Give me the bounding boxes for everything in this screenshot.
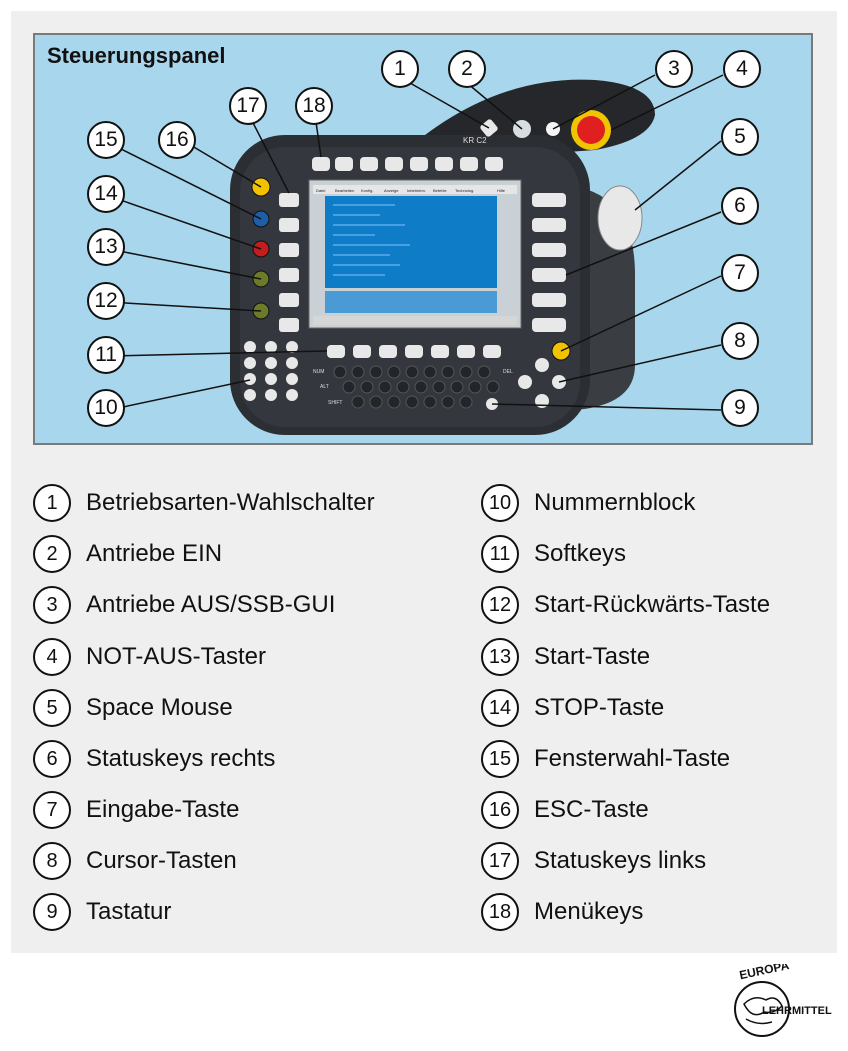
legend-number: 18	[481, 893, 519, 931]
legend-label: ESC-Taste	[534, 796, 649, 823]
callout-18: 18	[295, 87, 333, 125]
callout-12: 12	[87, 282, 125, 320]
legend-number: 5	[33, 689, 71, 727]
callout-15: 15	[87, 121, 125, 159]
legend-label: Menükeys	[534, 898, 644, 925]
legend-number: 16	[481, 791, 519, 829]
legend-number: 6	[33, 740, 71, 778]
callout-2: 2	[448, 50, 486, 88]
svg-text:Hilfe: Hilfe	[497, 188, 506, 193]
svg-text:Konfig.: Konfig.	[361, 188, 373, 193]
legend-item: 6 Statuskeys rechts	[33, 739, 275, 779]
legend-label: Antriebe EIN	[86, 540, 223, 567]
legend-label: Statuskeys rechts	[86, 745, 276, 772]
legend-item: 11 Softkeys	[481, 534, 626, 574]
callout-1: 1	[381, 50, 419, 88]
space-mouse	[597, 185, 643, 251]
callout-8: 8	[721, 322, 759, 360]
callout-3: 3	[655, 50, 693, 88]
svg-text:Befehle: Befehle	[433, 188, 447, 193]
legend-item: 5 Space Mouse	[33, 688, 233, 728]
legend-item: 17 Statuskeys links	[481, 841, 706, 881]
legend-item: 10 Nummernblock	[481, 483, 695, 523]
legend-label: STOP-Taste	[534, 694, 665, 721]
legend-item: 14 STOP-Taste	[481, 688, 664, 728]
legend-item: 2 Antriebe EIN	[33, 534, 222, 574]
callout-9: 9	[721, 389, 759, 427]
callout-13: 13	[87, 228, 125, 266]
legend-item: 1 Betriebsarten-Wahlschalter	[33, 483, 375, 523]
callout-6: 6	[721, 187, 759, 225]
legend-number: 1	[33, 484, 71, 522]
svg-text:Anzeige: Anzeige	[384, 188, 399, 193]
legend-number: 2	[33, 535, 71, 573]
estop-button	[577, 116, 605, 144]
svg-text:Bearbeiten: Bearbeiten	[335, 188, 354, 193]
svg-text:Inbetriebn.: Inbetriebn.	[407, 188, 426, 193]
legend-item: 8 Cursor-Tasten	[33, 841, 237, 881]
legend-label: Space Mouse	[86, 694, 233, 721]
svg-text:SHIFT: SHIFT	[328, 400, 342, 406]
legend-item: 9 Tastatur	[33, 892, 171, 932]
legend-number: 14	[481, 689, 519, 727]
legend-item: 12 Start-Rückwärts-Taste	[481, 585, 770, 625]
legend-item: 15 Fensterwahl-Taste	[481, 739, 730, 779]
legend-label: NOT-AUS-Taster	[86, 643, 267, 670]
legend-label: Statuskeys links	[534, 847, 707, 874]
svg-text:NUM: NUM	[313, 369, 324, 375]
callout-4: 4	[723, 50, 761, 88]
legend-item: 7 Eingabe-Taste	[33, 790, 239, 830]
callout-16: 16	[158, 121, 196, 159]
europa-lehrmittel-logo: EUROPA LEHRMITTEL	[734, 964, 832, 1037]
legend-label: Softkeys	[534, 540, 627, 567]
callout-14: 14	[87, 175, 125, 213]
legend-label: Eingabe-Taste	[86, 796, 240, 823]
control-panel-figure: KR C2 Datei Bearbeiten Konfig. Anzeige I…	[33, 33, 813, 445]
screen-program-area	[325, 196, 497, 288]
callout-17: 17	[229, 87, 267, 125]
legend-label: Nummernblock	[534, 489, 696, 516]
legend-number: 8	[33, 842, 71, 880]
legend-number: 13	[481, 638, 519, 676]
callout-7: 7	[721, 254, 759, 292]
svg-text:LEHRMITTEL: LEHRMITTEL	[762, 1005, 832, 1017]
legend-number: 15	[481, 740, 519, 778]
svg-text:Datei: Datei	[316, 188, 325, 193]
screen-statusbar	[313, 316, 517, 325]
legend-label: Antriebe AUS/SSB-GUI	[86, 591, 336, 618]
callout-10: 10	[87, 389, 125, 427]
legend-item: 3 Antriebe AUS/SSB-GUI	[33, 585, 335, 625]
legend-number: 3	[33, 586, 71, 624]
legend-item: 16 ESC-Taste	[481, 790, 649, 830]
legend-number: 17	[481, 842, 519, 880]
legend-item: 13 Start-Taste	[481, 637, 650, 677]
figure-title: Steuerungspanel	[47, 43, 226, 68]
legend-number: 10	[481, 484, 519, 522]
callout-11: 11	[87, 336, 125, 374]
svg-text:DEL: DEL	[503, 369, 513, 375]
legend-number: 7	[33, 791, 71, 829]
svg-text:ALT: ALT	[320, 384, 329, 390]
svg-text:Technolog.: Technolog.	[455, 188, 474, 193]
svg-text:EUROPA: EUROPA	[738, 964, 791, 982]
device-label: KR C2	[463, 136, 487, 145]
legend-item: 4 NOT-AUS-Taster	[33, 637, 266, 677]
legend-item: 18 Menükeys	[481, 892, 643, 932]
legend-label: Start-Rückwärts-Taste	[534, 591, 771, 618]
legend-label: Betriebsarten-Wahlschalter	[86, 489, 375, 516]
legend-number: 12	[481, 586, 519, 624]
legend: 1 Betriebsarten-Wahlschalter 2 Antriebe EI…	[33, 480, 823, 932]
legend-label: Cursor-Tasten	[86, 847, 237, 874]
teach-pendant-drawing: KR C2 Datei Bearbeiten Konfig. Anzeige I…	[108, 74, 724, 435]
callout-5: 5	[721, 118, 759, 156]
legend-label: Tastatur	[86, 898, 172, 925]
screen-message-window	[325, 291, 497, 313]
legend-label: Start-Taste	[534, 643, 651, 670]
legend-number: 4	[33, 638, 71, 676]
legend-number: 9	[33, 893, 71, 931]
legend-number: 11	[481, 535, 519, 573]
legend-label: Fensterwahl-Taste	[534, 745, 731, 772]
